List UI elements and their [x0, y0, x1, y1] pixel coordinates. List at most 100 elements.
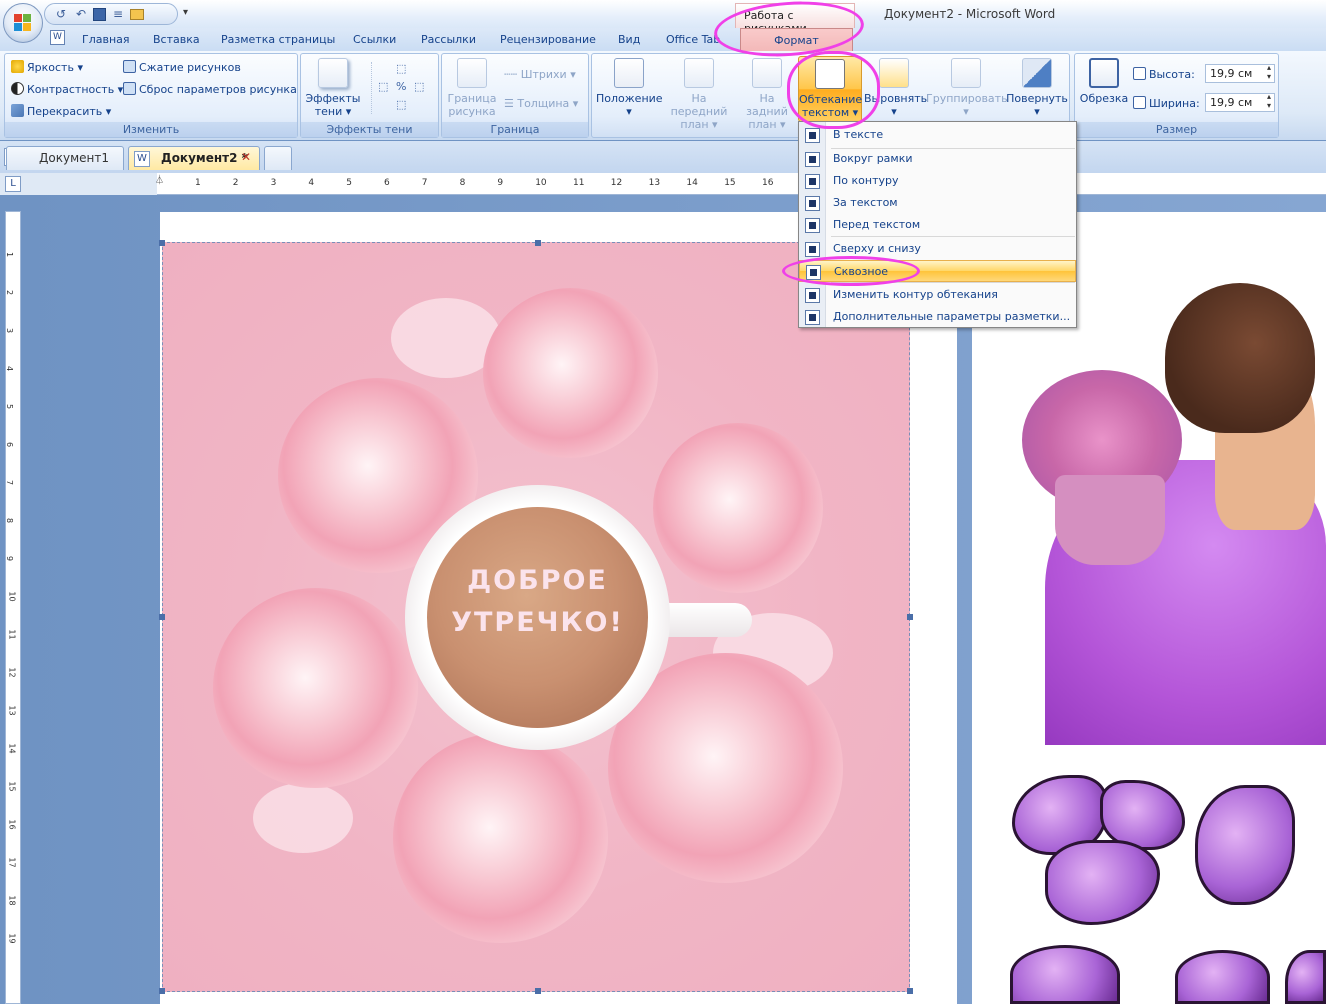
group-objects-button[interactable]: Группировать ▾: [926, 58, 1008, 118]
dashes-icon: ┄┄: [504, 68, 521, 81]
menu-separator: [831, 282, 1075, 283]
resize-handle-right[interactable]: [907, 614, 913, 620]
send-to-back-button[interactable]: На задний план ▾: [738, 58, 796, 131]
ruler-number: 14: [686, 178, 698, 188]
qat-more-icon[interactable]: ▾: [183, 7, 188, 18]
menu-item-tight[interactable]: По контуру: [799, 170, 1076, 192]
undo-icon[interactable]: ↺: [53, 6, 69, 22]
save-icon[interactable]: [93, 7, 106, 21]
dashes-button[interactable]: ┄┄ Штрихи ▾: [504, 68, 576, 81]
ruler-number: 7: [421, 178, 428, 188]
tab-page-layout[interactable]: Разметка страницы: [221, 33, 335, 46]
wrap-text-button[interactable]: Обтекание текстом ▾: [798, 56, 862, 122]
width-field[interactable]: 19,9 см: [1205, 92, 1275, 112]
ruler-number: 5: [346, 178, 352, 188]
nudge-up-icon[interactable]: ⬚: [396, 62, 406, 75]
menu-item-top-and-bottom[interactable]: Сверху и снизу: [799, 238, 1076, 260]
recolor-icon: [11, 104, 24, 117]
bring-front-icon: [684, 58, 714, 88]
crop-button[interactable]: Обрезка: [1077, 58, 1131, 105]
word-doc-icon: W: [134, 151, 150, 167]
sun-icon: [11, 60, 24, 73]
ruler-margin: [0, 173, 157, 195]
undo-arrow-icon[interactable]: ↶: [73, 6, 89, 22]
picture-border-button[interactable]: Граница рисунка ▾: [444, 58, 500, 131]
layout-options-icon: [805, 310, 820, 325]
menu-item-inline[interactable]: В тексте: [799, 124, 1076, 146]
tab-review[interactable]: Рецензирование: [500, 33, 596, 46]
nudge-down-icon[interactable]: ⬚: [396, 98, 406, 111]
tab-insert[interactable]: Вставка: [153, 33, 200, 46]
open-folder-icon[interactable]: [130, 8, 144, 20]
position-button[interactable]: Положение ▾: [596, 58, 663, 118]
height-icon: [1133, 67, 1146, 80]
tab-view[interactable]: Вид: [618, 33, 640, 46]
compress-icon: [123, 60, 136, 73]
group-label-size: Размер: [1075, 122, 1278, 137]
ruler-number: 15: [724, 178, 736, 188]
compress-pictures-button[interactable]: Сжатие рисунков: [123, 60, 241, 74]
girl-illustration-hair: [1165, 283, 1315, 433]
reset-picture-button[interactable]: Сброс параметров рисунка: [123, 82, 297, 96]
heart-decoration: [253, 783, 353, 853]
document-icon: W: [50, 30, 65, 45]
tab-selector-icon[interactable]: L: [5, 176, 21, 192]
resize-handle-bottom-right[interactable]: [907, 988, 913, 994]
bring-to-front-button[interactable]: На передний план ▾: [664, 58, 734, 131]
menu-item-behind-text[interactable]: За текстом: [799, 192, 1076, 214]
ruler-number: 2: [232, 178, 239, 188]
tab-format[interactable]: Формат: [740, 28, 853, 52]
wrap-behind-icon: [805, 196, 820, 211]
tab-mailings[interactable]: Рассылки: [421, 33, 476, 46]
shadow-toggle-icon[interactable]: %: [396, 80, 406, 93]
ruler-numbers: 1 2 3 4 5 6 7 8 9 10 11 12 13 14 15 16: [160, 178, 810, 190]
nudge-right-icon[interactable]: ⬚: [414, 80, 424, 93]
align-icon[interactable]: ≡: [110, 6, 126, 22]
close-tab-icon[interactable]: ✕: [241, 150, 251, 164]
resize-handle-bottom-left[interactable]: [159, 988, 165, 994]
rotate-button[interactable]: Повернуть ▾: [1006, 58, 1068, 118]
height-label: Высота:: [1133, 67, 1195, 81]
menu-item-in-front-of-text[interactable]: Перед текстом: [799, 214, 1076, 236]
shadow-effects-button[interactable]: Эффекты тени ▾: [305, 58, 361, 118]
butterfly-image[interactable]: [1010, 945, 1120, 1004]
rose: [653, 423, 823, 593]
tab-references[interactable]: Ссылки: [353, 33, 396, 46]
vertical-ruler-numbers: 1 2 3 4 5 6 7 8 9 10 11 12 13 14 15 16 17 18 19: [5, 250, 20, 1000]
recolor-button[interactable]: Перекрасить ▾: [11, 104, 111, 118]
cup-handle: [660, 603, 752, 637]
nudge-left-icon[interactable]: ⬚: [378, 80, 388, 93]
resize-handle-top-left[interactable]: [159, 240, 165, 246]
doc-tab-document1[interactable]: Документ1: [6, 146, 124, 170]
group-label-adjust: Изменить: [5, 122, 297, 137]
vertical-ruler-number: 17: [7, 857, 17, 868]
resize-handle-left[interactable]: [159, 614, 165, 620]
title-bar: [0, 0, 1326, 28]
menu-item-through[interactable]: Сквозное: [799, 260, 1076, 282]
menu-item-edit-wrap-points[interactable]: Изменить контур обтекания: [799, 284, 1076, 306]
vertical-ruler-number: 3: [5, 327, 15, 334]
tab-home[interactable]: Главная: [82, 33, 130, 46]
resize-handle-top[interactable]: [535, 240, 541, 246]
menu-separator: [831, 236, 1075, 237]
ruler-number: 11: [573, 178, 585, 188]
office-button[interactable]: [3, 3, 43, 43]
butterfly-image[interactable]: [1195, 785, 1295, 905]
contrast-button[interactable]: Контрастность ▾: [11, 82, 123, 96]
height-field[interactable]: 19,9 см: [1205, 63, 1275, 83]
rose: [213, 588, 418, 788]
vertical-ruler-number: 11: [7, 629, 17, 640]
brightness-button[interactable]: Яркость ▾: [11, 60, 83, 74]
pen-icon: [457, 58, 487, 88]
menu-item-square[interactable]: Вокруг рамки: [799, 148, 1076, 170]
vertical-ruler-number: 12: [7, 667, 17, 678]
wrap-front-icon: [805, 218, 820, 233]
new-tab-button[interactable]: [264, 146, 292, 170]
menu-item-more-layout-options[interactable]: Дополнительные параметры разметки...: [799, 306, 1076, 328]
tab-office-tab[interactable]: Office Tab: [666, 33, 720, 46]
butterfly-image[interactable]: [1175, 950, 1270, 1004]
resize-handle-bottom[interactable]: [535, 988, 541, 994]
weight-button[interactable]: ☰ Толщина ▾: [504, 97, 578, 110]
ruler-number: 9: [497, 178, 504, 188]
align-button[interactable]: Выровнять ▾: [864, 58, 927, 118]
